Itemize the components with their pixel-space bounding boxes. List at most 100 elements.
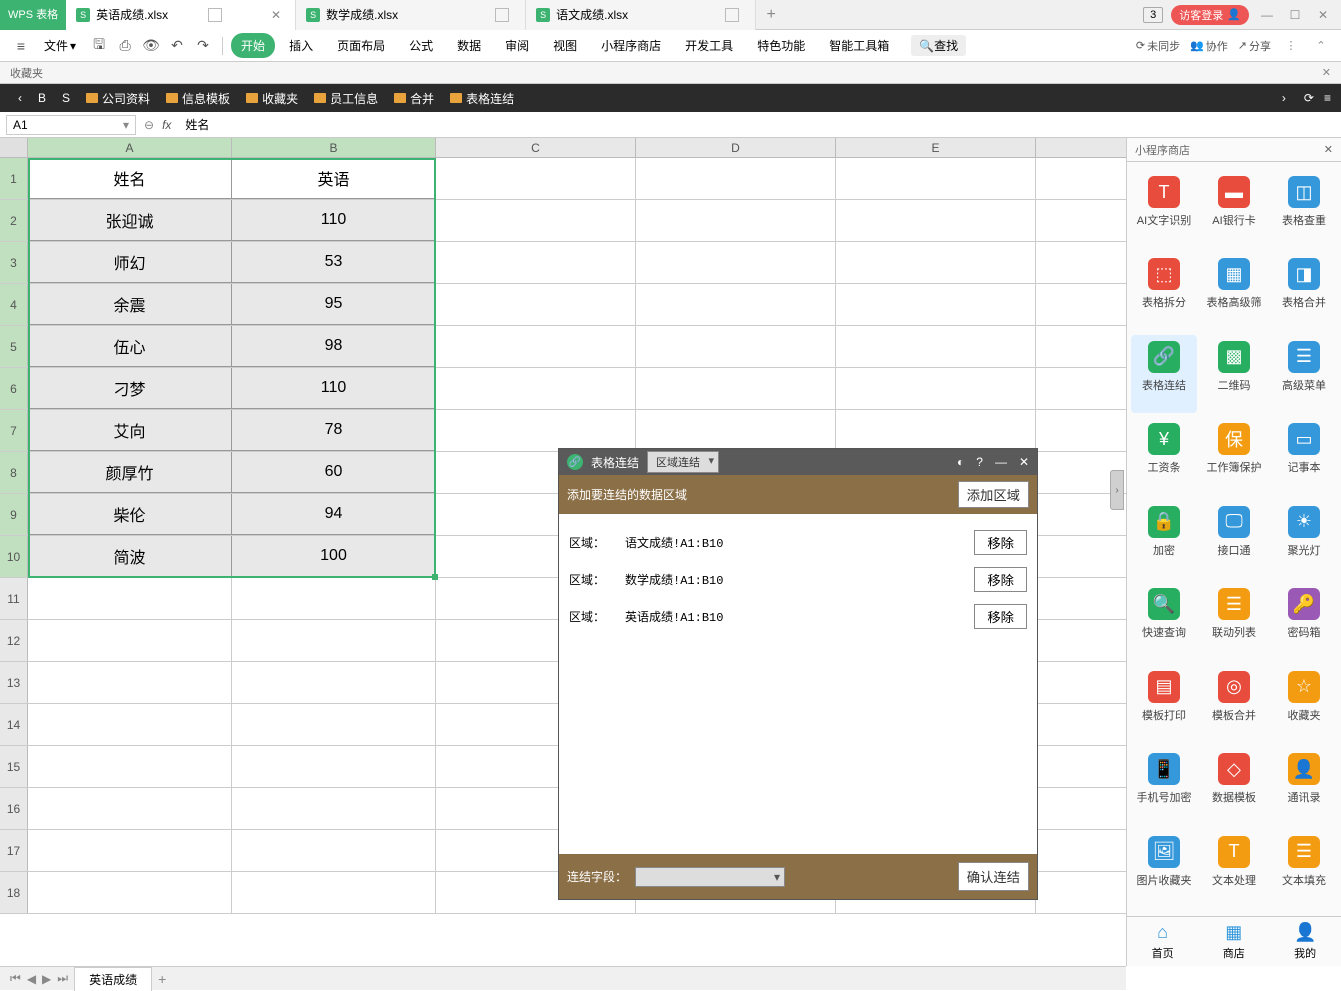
cell[interactable]: 60 — [232, 452, 436, 493]
cell[interactable]: 张迎诚 — [28, 200, 232, 241]
cell[interactable] — [28, 620, 232, 661]
menu-apps[interactable]: 小程序商店 — [591, 33, 671, 58]
cell[interactable] — [28, 578, 232, 619]
cell[interactable] — [836, 242, 1036, 283]
cell[interactable]: 98 — [232, 326, 436, 367]
formula-input[interactable]: 姓名 — [179, 116, 1335, 133]
app-密码箱[interactable]: 🔑 密码箱 — [1271, 582, 1337, 660]
app-文本处理[interactable]: T 文本处理 — [1201, 830, 1267, 908]
print-icon[interactable]: ⎙ — [114, 35, 136, 57]
cell[interactable]: 师幻 — [28, 242, 232, 283]
cell[interactable] — [836, 158, 1036, 199]
tab-math[interactable]: S 数学成绩.xlsx — [296, 0, 526, 30]
app-表格查重[interactable]: ◫ 表格查重 — [1271, 170, 1337, 248]
cell[interactable] — [28, 872, 232, 913]
folder-item[interactable]: 公司资料 — [78, 90, 158, 107]
app-联动列表[interactable]: ☰ 联动列表 — [1201, 582, 1267, 660]
app-图片收藏夹[interactable]: 🖼 图片收藏夹 — [1131, 830, 1197, 908]
row-header[interactable]: 8 — [0, 452, 28, 493]
col-header-e[interactable]: E — [836, 138, 1036, 157]
folder-item[interactable]: 员工信息 — [306, 90, 386, 107]
app-收藏夹[interactable]: ☆ 收藏夹 — [1271, 665, 1337, 743]
menu-icon[interactable]: ≡ — [1324, 91, 1331, 105]
row-header[interactable]: 5 — [0, 326, 28, 367]
mode-combo[interactable]: 区域连结 — [647, 451, 719, 473]
minimize-icon[interactable]: — — [1257, 8, 1277, 22]
tab-restore-icon[interactable] — [495, 8, 509, 22]
app-AI文字识别[interactable]: T AI文字识别 — [1131, 170, 1197, 248]
fx-icon[interactable]: fx — [162, 118, 171, 132]
tab-close-icon[interactable]: ✕ — [267, 8, 285, 22]
cell[interactable] — [836, 284, 1036, 325]
add-sheet-icon[interactable]: + — [158, 971, 166, 987]
app-模板打印[interactable]: ▤ 模板打印 — [1131, 665, 1197, 743]
help-icon[interactable]: ? — [976, 455, 983, 469]
remove-button[interactable]: 移除 — [974, 530, 1027, 555]
more-icon[interactable]: ⋮ — [1281, 39, 1301, 52]
cell[interactable]: 英语 — [232, 158, 436, 199]
sheet-tab[interactable]: 英语成绩 — [74, 967, 152, 991]
cell[interactable] — [836, 410, 1036, 451]
cell[interactable] — [232, 872, 436, 913]
row-header[interactable]: 14 — [0, 704, 28, 745]
app-手机号加密[interactable]: 📱 手机号加密 — [1131, 747, 1197, 825]
cell[interactable]: 53 — [232, 242, 436, 283]
dialog-titlebar[interactable]: 🔗 表格连结 区域连结 ◐ ? — ✕ — [559, 449, 1037, 475]
new-tab-button[interactable]: + — [756, 0, 786, 30]
folder-item[interactable]: 合并 — [386, 90, 442, 107]
nav-forward-icon[interactable]: › — [1274, 91, 1294, 105]
col-header-d[interactable]: D — [636, 138, 836, 157]
cell[interactable] — [232, 620, 436, 661]
preview-icon[interactable]: 👁 — [140, 35, 162, 57]
folder-item[interactable]: 表格连结 — [442, 90, 522, 107]
panel-close-icon[interactable]: ✕ — [1324, 143, 1333, 156]
last-sheet-icon[interactable]: ⏭ — [57, 971, 68, 986]
cell[interactable] — [836, 326, 1036, 367]
cell[interactable] — [232, 578, 436, 619]
menu-insert[interactable]: 插入 — [279, 33, 323, 58]
row-header[interactable]: 15 — [0, 746, 28, 787]
favbar-close-icon[interactable]: ✕ — [1322, 66, 1331, 79]
cell[interactable] — [28, 746, 232, 787]
row-header[interactable]: 12 — [0, 620, 28, 661]
folder-item[interactable]: 收藏夹 — [238, 90, 306, 107]
cell[interactable] — [636, 200, 836, 241]
app-数据模板[interactable]: ◇ 数据模板 — [1201, 747, 1267, 825]
menu-icon[interactable]: ≡ — [10, 35, 32, 57]
cell[interactable] — [28, 662, 232, 703]
cell[interactable]: 姓名 — [28, 158, 232, 199]
cell[interactable] — [28, 788, 232, 829]
row-header[interactable]: 6 — [0, 368, 28, 409]
next-sheet-icon[interactable]: ▶ — [42, 972, 51, 986]
panel-collapse-icon[interactable]: › — [1110, 470, 1124, 510]
nav-mine[interactable]: 👤我的 — [1294, 922, 1316, 961]
cell[interactable] — [436, 242, 636, 283]
app-AI银行卡[interactable]: ▬ AI银行卡 — [1201, 170, 1267, 248]
app-模板合并[interactable]: ◎ 模板合并 — [1201, 665, 1267, 743]
nav-store[interactable]: ▦商店 — [1223, 922, 1245, 961]
app-文本填充[interactable]: ☰ 文本填充 — [1271, 830, 1337, 908]
search-box[interactable]: 🔍 查找 — [911, 35, 966, 56]
field-combo[interactable] — [635, 867, 785, 887]
notification-badge[interactable]: 3 — [1143, 7, 1163, 23]
row-header[interactable]: 3 — [0, 242, 28, 283]
confirm-button[interactable]: 确认连结 — [958, 862, 1029, 891]
cell[interactable] — [636, 410, 836, 451]
cell[interactable] — [636, 326, 836, 367]
remove-button[interactable]: 移除 — [974, 604, 1027, 629]
menu-data[interactable]: 数据 — [447, 33, 491, 58]
row-header[interactable]: 17 — [0, 830, 28, 871]
add-region-button[interactable]: 添加区域 — [958, 481, 1029, 508]
nav-home[interactable]: ⌂首页 — [1152, 922, 1174, 961]
app-工作簿保护[interactable]: 保 工作簿保护 — [1201, 417, 1267, 495]
coop-button[interactable]: 👥 协作 — [1190, 38, 1228, 54]
redo-icon[interactable]: ↷ — [192, 35, 214, 57]
app-高级菜单[interactable]: ☰ 高级菜单 — [1271, 335, 1337, 413]
row-header[interactable]: 16 — [0, 788, 28, 829]
cell[interactable] — [436, 200, 636, 241]
cell[interactable]: 100 — [232, 536, 436, 577]
login-button[interactable]: 访客登录👤 — [1171, 5, 1249, 25]
menu-start[interactable]: 开始 — [231, 33, 275, 58]
cell[interactable]: 刁梦 — [28, 368, 232, 409]
cell[interactable] — [436, 284, 636, 325]
